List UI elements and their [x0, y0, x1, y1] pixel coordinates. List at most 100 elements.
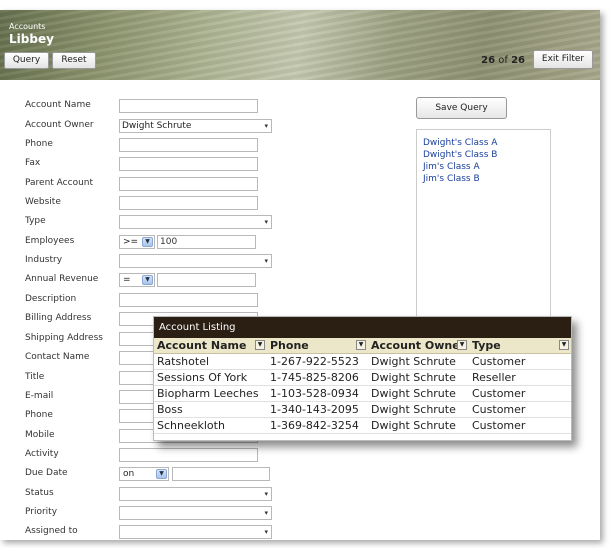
- account-owner-label: Account Owner: [25, 120, 94, 130]
- description-field[interactable]: [119, 293, 258, 307]
- chevron-down-icon: ▾: [264, 509, 268, 517]
- saved-query-list: Dwight's Class A Dwight's Class B Jim's …: [416, 129, 551, 319]
- type-select[interactable]: ▾: [119, 215, 272, 229]
- account-name-label: Account Name: [25, 100, 91, 110]
- record-current: 26: [481, 55, 496, 66]
- account-listing-table: Account Name ▼ Phone ▼ Account Owner ▼ Type…: [154, 338, 571, 434]
- description-label: Description: [25, 294, 77, 304]
- annual-revenue-label: Annual Revenue: [25, 274, 99, 284]
- account-owner-cell: Dwight Schrute: [368, 385, 469, 402]
- filter-icon[interactable]: ▼: [559, 340, 569, 350]
- reset-button[interactable]: Reset: [52, 52, 96, 69]
- status-select[interactable]: ▾: [119, 487, 272, 501]
- type-label: Type: [25, 216, 46, 226]
- status-label: Status: [25, 488, 54, 498]
- phone-field[interactable]: [119, 138, 258, 152]
- column-header-account-name[interactable]: Account Name ▼: [154, 338, 267, 354]
- email-label: E-mail: [25, 391, 54, 401]
- account-owner-value: Dwight Schrute: [122, 121, 192, 131]
- chevron-down-icon: ▼: [142, 237, 153, 247]
- account-name-field[interactable]: [119, 99, 258, 113]
- phone-cell: 1-369-842-3254: [267, 417, 368, 434]
- record-header: Accounts Libbey Query Reset 26 of 26 Exi…: [0, 10, 600, 80]
- account-owner-cell: Dwight Schrute: [368, 369, 469, 386]
- assigned-to-select[interactable]: ▾: [119, 525, 272, 539]
- fax-field[interactable]: [119, 157, 258, 171]
- column-header-account-owner[interactable]: Account Owner ▼: [368, 338, 469, 354]
- account-listing-panel: Account Listing Account Name ▼ Phone ▼ Acc…: [153, 316, 572, 441]
- annual-revenue-value-field[interactable]: [157, 273, 256, 287]
- exit-filter-button[interactable]: Exit Filter: [533, 50, 593, 69]
- assigned-to-label: Assigned to: [25, 526, 78, 536]
- column-header-phone[interactable]: Phone ▼: [267, 338, 368, 354]
- employees-label: Employees: [25, 236, 75, 246]
- type-cell: Customer: [469, 353, 571, 370]
- due-date-operator-value: on: [123, 469, 135, 479]
- type-cell: Customer: [469, 385, 571, 402]
- type-cell: Reseller: [469, 369, 571, 386]
- filter-icon[interactable]: ▼: [356, 340, 366, 350]
- type-cell: Customer: [469, 417, 571, 434]
- saved-query-item[interactable]: Jim's Class B: [417, 173, 550, 185]
- table-row[interactable]: Schneekloth 1-369-842-3254 Dwight Schrut…: [154, 417, 571, 434]
- table-row[interactable]: Boss 1-340-143-2095 Dwight Schrute Custo…: [154, 401, 571, 418]
- account-name-cell: Boss: [154, 401, 267, 418]
- account-listing-title: Account Listing: [154, 317, 571, 338]
- record-total: 26: [511, 55, 525, 66]
- account-name-cell: Sessions Of York: [154, 369, 267, 386]
- parent-account-field[interactable]: [119, 177, 258, 191]
- filter-icon[interactable]: ▼: [255, 340, 265, 350]
- activity-field[interactable]: [119, 448, 258, 462]
- title-label: Title: [25, 372, 45, 382]
- industry-select[interactable]: ▾: [119, 254, 272, 268]
- table-row[interactable]: Biopharm Leeches 1-103-528-0934 Dwight S…: [154, 385, 571, 402]
- table-row[interactable]: Sessions Of York 1-745-825-8206 Dwight S…: [154, 369, 571, 386]
- phone-cell: 1-267-922-5523: [267, 353, 368, 370]
- chevron-down-icon: ▾: [264, 122, 268, 130]
- record-of: of: [498, 55, 508, 66]
- account-name-cell: Biopharm Leeches: [154, 385, 267, 402]
- employees-value-field[interactable]: 100: [157, 235, 256, 249]
- chevron-down-icon: ▼: [156, 469, 167, 479]
- query-button[interactable]: Query: [4, 52, 49, 69]
- app-window: Accounts Libbey Query Reset 26 of 26 Exi…: [0, 10, 600, 540]
- annual-revenue-operator-select[interactable]: = ▼: [119, 273, 155, 287]
- website-field[interactable]: [119, 196, 258, 210]
- account-owner-cell: Dwight Schrute: [368, 353, 469, 370]
- phone-cell: 1-745-825-8206: [267, 369, 368, 386]
- account-name-cell: Schneekloth: [154, 417, 267, 434]
- save-query-button[interactable]: Save Query: [416, 97, 507, 119]
- column-header-type[interactable]: Type ▼: [469, 338, 571, 354]
- mobile-label: Mobile: [25, 430, 55, 440]
- record-title: Libbey: [9, 32, 54, 46]
- saved-query-item[interactable]: Jim's Class A: [417, 161, 550, 173]
- table-row[interactable]: Ratshotel 1-267-922-5523 Dwight Schrute …: [154, 353, 571, 370]
- parent-account-label: Parent Account: [25, 178, 94, 188]
- industry-label: Industry: [25, 255, 63, 265]
- phone-cell: 1-103-528-0934: [267, 385, 368, 402]
- website-label: Website: [25, 197, 61, 207]
- saved-query-item[interactable]: Dwight's Class A: [417, 137, 550, 149]
- chevron-down-icon: ▾: [264, 490, 268, 498]
- contact-name-label: Contact Name: [25, 352, 90, 362]
- phone2-label: Phone: [25, 410, 53, 420]
- saved-query-item[interactable]: Dwight's Class B: [417, 149, 550, 161]
- due-date-value-field[interactable]: [172, 467, 270, 481]
- phone-label: Phone: [25, 139, 53, 149]
- priority-label: Priority: [25, 507, 58, 517]
- annual-revenue-operator-value: =: [123, 275, 131, 285]
- employees-operator-select[interactable]: >= ▼: [119, 235, 155, 249]
- billing-address-label: Billing Address: [25, 313, 92, 323]
- shipping-address-label: Shipping Address: [25, 333, 103, 343]
- filter-icon[interactable]: ▼: [457, 340, 467, 350]
- type-cell: Customer: [469, 401, 571, 418]
- account-owner-cell: Dwight Schrute: [368, 417, 469, 434]
- chevron-down-icon: ▼: [142, 275, 153, 285]
- due-date-operator-select[interactable]: on ▼: [119, 467, 169, 481]
- priority-select[interactable]: ▾: [119, 506, 272, 520]
- chevron-down-icon: ▾: [264, 528, 268, 536]
- activity-label: Activity: [25, 449, 59, 459]
- employees-operator-value: >=: [123, 237, 139, 247]
- account-owner-select[interactable]: Dwight Schrute ▾: [119, 119, 272, 133]
- phone-cell: 1-340-143-2095: [267, 401, 368, 418]
